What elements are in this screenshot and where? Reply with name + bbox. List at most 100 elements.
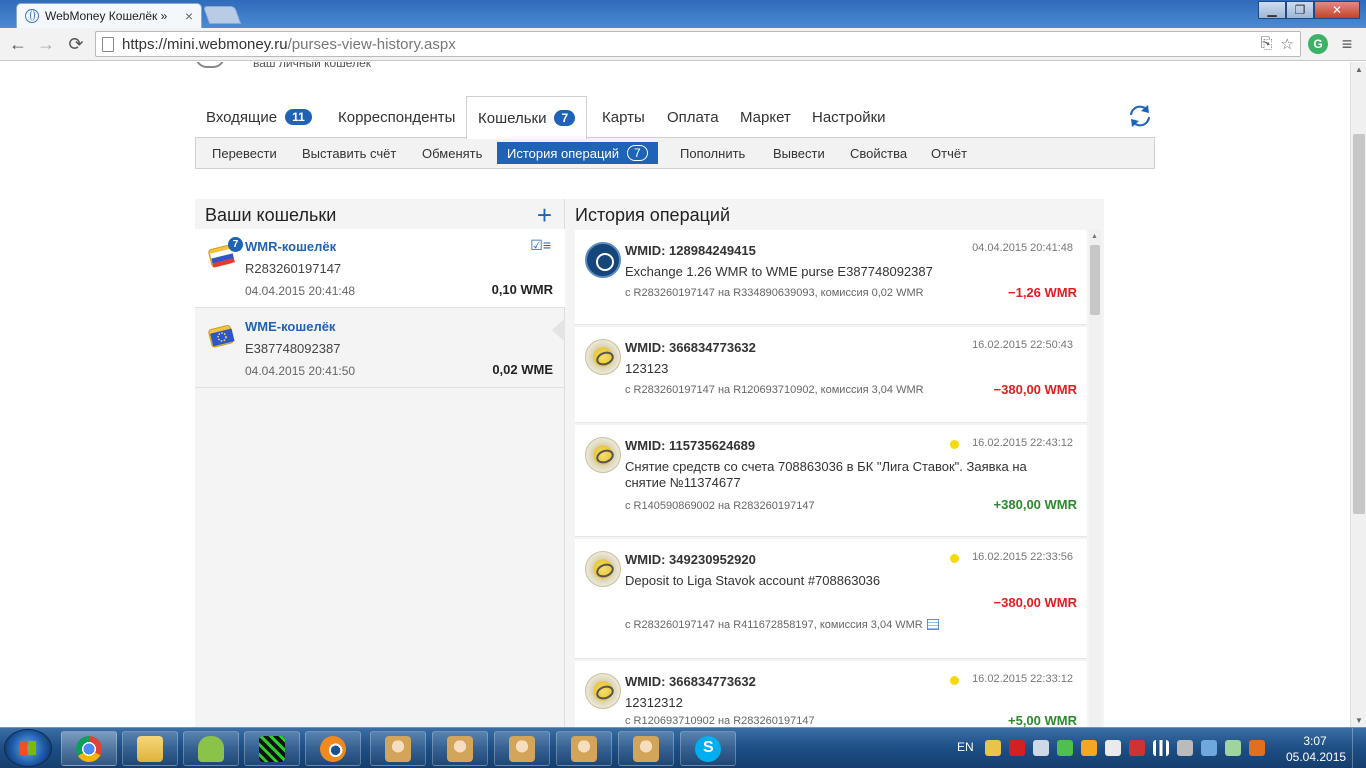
taskbar-app-5[interactable]: [618, 731, 674, 766]
document-icon[interactable]: [926, 619, 939, 630]
taskbar-skype[interactable]: [680, 731, 736, 766]
action-history[interactable]: История операций 7: [497, 142, 658, 164]
browser-menu-icon[interactable]: ≡: [1336, 33, 1358, 55]
tab-label: Оплата: [667, 108, 719, 126]
action-transfer[interactable]: Перевести: [212, 138, 277, 168]
transaction-item[interactable]: WMID: 115735624689 16.02.2015 22:43:12 С…: [575, 425, 1087, 537]
tray-red-icon[interactable]: [1129, 740, 1145, 756]
tab-purses[interactable]: Кошельки 7: [466, 96, 588, 139]
tab-incoming[interactable]: Входящие 11: [195, 96, 323, 138]
tab-correspondents[interactable]: Корреспонденты: [327, 96, 466, 138]
page-scroll-thumb[interactable]: [1353, 134, 1365, 514]
purse-name[interactable]: WME-кошелёк: [245, 319, 335, 334]
page-scrollbar[interactable]: ▲ ▼: [1350, 62, 1366, 727]
close-tab-icon[interactable]: ×: [185, 8, 193, 24]
window-titlebar: WebMoney Кошелёк » × ▁ ❐ ✕: [0, 0, 1366, 28]
taskbar-app-2[interactable]: [432, 731, 488, 766]
system-clock[interactable]: 3:07 05.04.2015: [1286, 733, 1346, 765]
network-signal-icon[interactable]: [1153, 740, 1169, 756]
show-desktop-button[interactable]: [1352, 728, 1366, 768]
tray-blue-icon[interactable]: [1201, 740, 1217, 756]
taskbar-chrome[interactable]: [61, 731, 117, 766]
transaction-wmid[interactable]: WMID: 128984249415: [625, 243, 756, 258]
tab-settings[interactable]: Настройки: [801, 96, 897, 138]
action-topup[interactable]: Пополнить: [680, 138, 745, 168]
refresh-icon[interactable]: [1126, 102, 1154, 130]
maximize-button[interactable]: ❐: [1286, 1, 1314, 19]
browser-tab[interactable]: WebMoney Кошелёк » ×: [16, 3, 202, 28]
transaction-item[interactable]: WMID: 128984249415 04.04.2015 20:41:48 E…: [575, 230, 1087, 325]
tray-light-green-icon[interactable]: [1225, 740, 1241, 756]
purse-item-wmr[interactable]: 7 WMR-кошелёк ☑≡ R283260197147 04.04.201…: [195, 229, 565, 308]
page-icon: [102, 36, 114, 52]
scroll-down-arrow-icon[interactable]: ▼: [1351, 713, 1366, 727]
transaction-wmid[interactable]: WMID: 366834773632: [625, 674, 756, 689]
back-button[interactable]: ←: [6, 33, 30, 55]
history-scroll-thumb[interactable]: [1090, 245, 1100, 315]
add-purse-icon[interactable]: +: [537, 202, 552, 228]
purse-name[interactable]: WMR-кошелёк: [245, 239, 336, 254]
action-properties[interactable]: Свойства: [850, 138, 907, 168]
action-exchange[interactable]: Обменять: [422, 138, 482, 168]
close-window-button[interactable]: ✕: [1314, 1, 1360, 19]
scroll-up-arrow-icon[interactable]: ▲: [1351, 62, 1366, 76]
tab-cards[interactable]: Карты: [591, 96, 656, 138]
reload-button[interactable]: ⟳: [64, 33, 88, 55]
transaction-amount: −1,26 WMR: [1008, 285, 1077, 300]
filter-list-icon[interactable]: ☑≡: [530, 237, 551, 254]
wme-wallet-icon: [208, 324, 235, 348]
transaction-amount: −380,00 WMR: [993, 595, 1077, 610]
tray-blender-icon[interactable]: [1249, 740, 1265, 756]
transaction-date: 16.02.2015 22:33:12: [972, 673, 1073, 685]
tab-payment[interactable]: Оплата: [656, 96, 730, 138]
extension-icon[interactable]: G: [1308, 34, 1328, 54]
tab-label: Кошельки: [478, 109, 547, 127]
taskbar-explorer[interactable]: [122, 731, 178, 766]
minimize-button[interactable]: ▁: [1258, 1, 1286, 19]
taskbar-android[interactable]: [183, 731, 239, 766]
transaction-wmid[interactable]: WMID: 366834773632: [625, 340, 756, 355]
taskbar-app-4[interactable]: [556, 731, 612, 766]
webmoney-logo-icon[interactable]: [195, 62, 225, 68]
tray-green-icon[interactable]: [1057, 740, 1073, 756]
volume-icon[interactable]: [1033, 740, 1049, 756]
tray-orange-icon[interactable]: [1081, 740, 1097, 756]
window-controls: ▁ ❐ ✕: [1258, 1, 1360, 19]
purse-item-wme[interactable]: WME-кошелёк E387748092387 04.04.2015 20:…: [195, 309, 565, 388]
translate-icon[interactable]: ⎘: [1261, 35, 1273, 53]
taskbar-app-green[interactable]: [244, 731, 300, 766]
transaction-date: 16.02.2015 22:43:12: [972, 437, 1073, 449]
tab-market[interactable]: Маркет: [729, 96, 802, 138]
scroll-up-icon[interactable]: ▲: [1091, 233, 1098, 240]
tray-app-icon[interactable]: [985, 740, 1001, 756]
tab-label: Корреспонденты: [338, 108, 456, 126]
transaction-description: Снятие средств со счета 708863036 в БК "…: [625, 459, 1027, 490]
taskbar-app-3[interactable]: [494, 731, 550, 766]
taskbar-app-1[interactable]: [370, 731, 426, 766]
language-indicator[interactable]: EN: [957, 740, 974, 754]
transaction-list[interactable]: WMID: 128984249415 04.04.2015 20:41:48 E…: [575, 230, 1087, 727]
history-scrollbar[interactable]: ▲: [1089, 230, 1101, 727]
transaction-item[interactable]: WMID: 366834773632 16.02.2015 22:33:12 1…: [575, 661, 1087, 727]
usb-icon[interactable]: [1177, 740, 1193, 756]
tray-flag-icon[interactable]: [1105, 740, 1121, 756]
history-panel: История операций WMID: 128984249415 04.0…: [565, 199, 1104, 727]
transaction-wmid[interactable]: WMID: 349230952920: [625, 552, 756, 567]
bookmark-star-icon[interactable]: ☆: [1281, 35, 1294, 53]
opera-icon[interactable]: [1009, 740, 1025, 756]
forward-button[interactable]: →: [34, 33, 58, 55]
transaction-item[interactable]: WMID: 366834773632 16.02.2015 22:50:43 1…: [575, 327, 1087, 423]
taskbar-blender[interactable]: [305, 731, 361, 766]
transaction-item[interactable]: WMID: 349230952920 16.02.2015 22:33:56 D…: [575, 539, 1087, 659]
purses-count-badge: 7: [554, 110, 576, 126]
transaction-wmid[interactable]: WMID: 115735624689: [625, 438, 755, 453]
address-bar[interactable]: https://mini.webmoney.ru/purses-view-his…: [95, 31, 1301, 57]
new-tab-button[interactable]: [202, 6, 242, 24]
transaction-description: Exchange 1.26 WMR to WME purse E38774809…: [625, 264, 933, 279]
action-withdraw[interactable]: Вывести: [773, 138, 825, 168]
action-invoice[interactable]: Выставить счёт: [302, 138, 396, 168]
start-button[interactable]: [4, 729, 52, 767]
action-report[interactable]: Отчёт: [931, 138, 967, 168]
transaction-route: с R120693710902 на R283260197147: [625, 715, 815, 727]
purse-balance: 0,10 WMR: [491, 282, 553, 297]
